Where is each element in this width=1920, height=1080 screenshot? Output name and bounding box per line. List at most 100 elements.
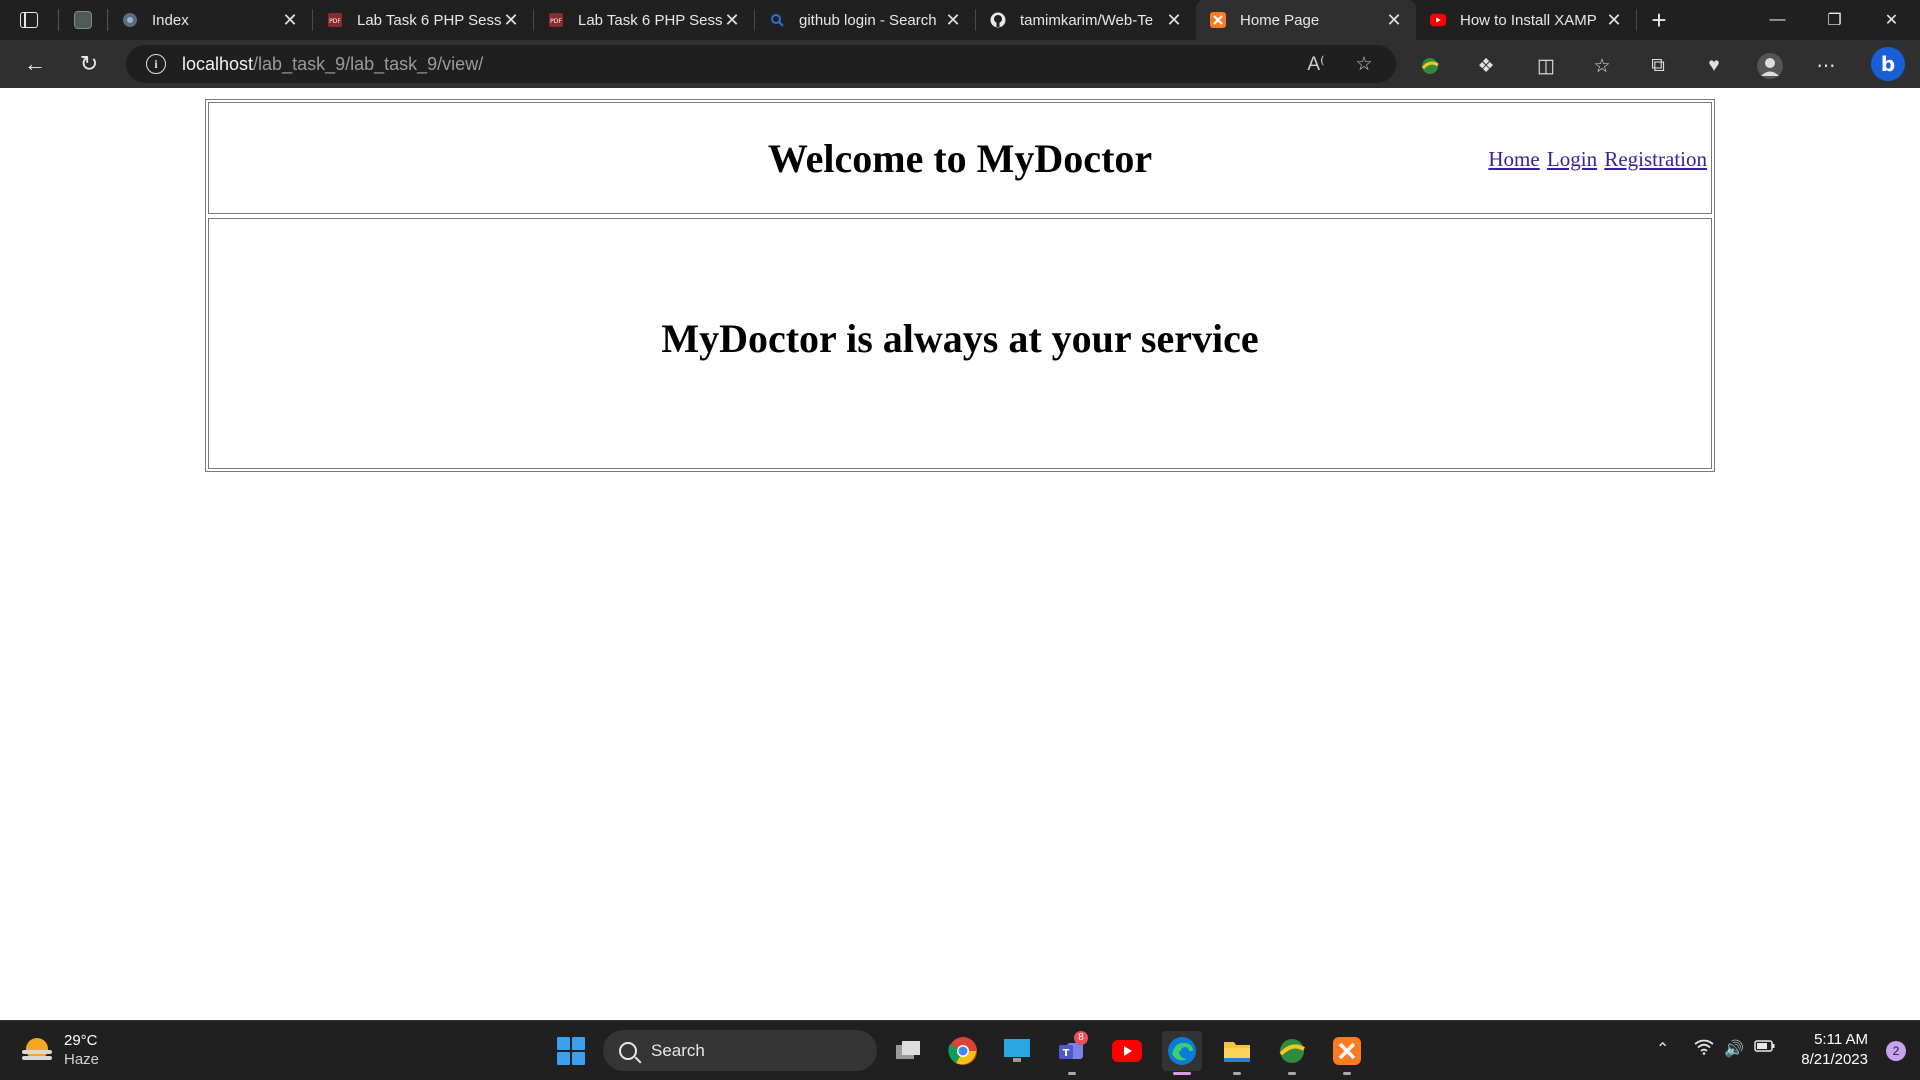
close-icon[interactable]: ✕ <box>501 10 521 31</box>
browser-essentials-icon[interactable]: ♥ <box>1700 52 1728 80</box>
teams-badge: 8 <box>1074 1031 1088 1045</box>
split-screen-icon[interactable]: ◫ <box>1532 52 1560 80</box>
service-tagline: MyDoctor is always at your service <box>661 316 1259 361</box>
extensions-icon[interactable]: ❖ <box>1472 52 1500 80</box>
teams-app[interactable]: T 8 <box>1052 1031 1092 1075</box>
close-window-button[interactable]: ✕ <box>1863 0 1920 40</box>
running-indicator <box>1288 1072 1296 1075</box>
close-icon[interactable]: ✕ <box>1384 10 1404 31</box>
wifi-icon[interactable] <box>1694 1039 1714 1060</box>
content-cell: MyDoctor is always at your service <box>208 218 1712 469</box>
tab-title: How to Install XAMP <box>1460 11 1597 29</box>
running-indicator <box>1343 1072 1351 1075</box>
favorite-star-icon[interactable]: ☆ <box>1352 52 1376 76</box>
search-icon <box>769 12 785 28</box>
chrome-app[interactable] <box>943 1031 983 1071</box>
tab-actions-button[interactable] <box>0 0 58 40</box>
globe-icon <box>1279 1039 1306 1063</box>
url-host: localhost <box>182 53 254 74</box>
close-icon[interactable]: ✕ <box>1164 10 1184 31</box>
windows-logo-pane <box>557 1037 570 1050</box>
header-cell: Welcome to MyDoctor Home Login Registrat… <box>208 102 1712 214</box>
start-button[interactable] <box>557 1037 585 1065</box>
chevron-up-icon[interactable]: ⌃ <box>1656 1039 1669 1059</box>
globe-app[interactable] <box>1272 1031 1312 1075</box>
close-icon[interactable]: ✕ <box>722 10 742 31</box>
file-explorer-app[interactable] <box>1217 1031 1257 1075</box>
tab-github-repo[interactable]: tamimkarim/Web-Te ✕ <box>976 0 1196 40</box>
svg-text:PDF: PDF <box>550 18 562 25</box>
weather-temperature: 29°C <box>64 1032 98 1049</box>
close-icon[interactable]: ✕ <box>280 10 300 31</box>
profile-avatar-icon[interactable] <box>1756 52 1784 80</box>
back-button[interactable]: ← <box>8 40 62 88</box>
tab-lab-task-6-a[interactable]: PDF Lab Task 6 PHP Sessi ✕ <box>313 0 533 40</box>
youtube-app[interactable] <box>1107 1031 1147 1071</box>
monitor-icon <box>1004 1039 1030 1062</box>
tab-title: Lab Task 6 PHP Sessi <box>357 11 501 29</box>
github-icon <box>990 12 1006 28</box>
tab-title: github login - Search <box>799 11 937 29</box>
windows-logo-pane <box>572 1037 585 1050</box>
tab-index[interactable]: Index ✕ <box>108 0 312 40</box>
nav-links: Home Login Registration <box>1486 147 1707 172</box>
search-icon <box>619 1041 637 1060</box>
read-aloud-icon[interactable]: A⁽ <box>1304 52 1328 76</box>
tab-home-page[interactable]: Home Page ✕ <box>1196 0 1416 40</box>
xampp-app[interactable] <box>1327 1031 1367 1075</box>
tab-github-search[interactable]: github login - Search ✕ <box>755 0 975 40</box>
registration-link[interactable]: Registration <box>1604 147 1707 171</box>
clock-time: 5:11 AM <box>1814 1031 1868 1048</box>
weather-widget[interactable]: 29°C Haze <box>22 1031 99 1069</box>
notification-badge[interactable]: 2 <box>1886 1041 1906 1061</box>
edge-icon <box>1168 1037 1196 1065</box>
pinned-tab-icon <box>74 11 92 29</box>
address-bar[interactable]: i localhost/lab_task_9/lab_task_9/view/ … <box>126 45 1396 83</box>
pinned-tab[interactable] <box>59 0 107 40</box>
volume-icon[interactable]: 🔊 <box>1724 1039 1744 1059</box>
home-link[interactable]: Home <box>1488 147 1539 171</box>
windows-logo-pane <box>572 1052 585 1065</box>
shield-globe-icon <box>122 12 138 28</box>
restore-button[interactable]: ❐ <box>1806 0 1863 40</box>
browser-toolbar: ← ↻ i localhost/lab_task_9/lab_task_9/vi… <box>0 40 1920 88</box>
weather-haze-icon <box>22 1034 54 1066</box>
refresh-button[interactable]: ↻ <box>62 40 116 88</box>
task-view-button[interactable] <box>888 1031 928 1071</box>
extension-globe-icon[interactable] <box>1416 52 1444 80</box>
login-link[interactable]: Login <box>1547 147 1597 171</box>
tab-actions-icon <box>20 12 38 28</box>
svg-text:b: b <box>1881 52 1895 76</box>
new-tab-button[interactable]: + <box>1637 0 1681 40</box>
url-text[interactable]: localhost/lab_task_9/lab_task_9/view/ <box>182 54 483 75</box>
windows-taskbar: 29°C Haze Search T 8 ⌃ 🔊 5:11 AM 8/21/20… <box>0 1020 1920 1080</box>
tab-lab-task-6-b[interactable]: PDF Lab Task 6 PHP Sessi ✕ <box>534 0 754 40</box>
window-controls: — ❐ ✕ <box>1749 0 1920 40</box>
tab-title: Home Page <box>1240 11 1320 29</box>
running-indicator <box>1233 1072 1241 1075</box>
close-icon[interactable]: ✕ <box>1604 10 1624 31</box>
url-path: /lab_task_9/lab_task_9/view/ <box>253 53 484 74</box>
running-indicator <box>1068 1072 1076 1075</box>
minimize-button[interactable]: — <box>1749 0 1806 40</box>
bing-copilot-icon[interactable]: b <box>1870 46 1906 82</box>
svg-text:PDF: PDF <box>329 18 341 25</box>
favorites-icon[interactable]: ☆ <box>1588 52 1616 80</box>
taskbar-search[interactable]: Search <box>603 1030 877 1071</box>
battery-icon[interactable] <box>1754 1039 1776 1058</box>
collections-icon[interactable]: ⧉ <box>1644 52 1672 80</box>
svg-text:T: T <box>1063 1048 1070 1059</box>
pdf-icon: PDF <box>327 12 343 28</box>
tab-youtube[interactable]: How to Install XAMP ✕ <box>1416 0 1636 40</box>
system-clock[interactable]: 5:11 AM 8/21/2023 <box>1801 1030 1868 1070</box>
close-icon[interactable]: ✕ <box>943 10 963 31</box>
more-options-icon[interactable]: ⋯ <box>1812 52 1840 80</box>
edge-app[interactable] <box>1162 1031 1202 1075</box>
remote-desktop-app[interactable] <box>997 1031 1037 1071</box>
windows-logo-pane <box>557 1052 570 1065</box>
xampp-icon <box>1210 12 1226 28</box>
folder-icon <box>1224 1042 1250 1062</box>
site-info-icon[interactable]: i <box>146 54 166 74</box>
taskbar-search-label: Search <box>651 1040 705 1060</box>
layout-table: Welcome to MyDoctor Home Login Registrat… <box>205 99 1715 472</box>
